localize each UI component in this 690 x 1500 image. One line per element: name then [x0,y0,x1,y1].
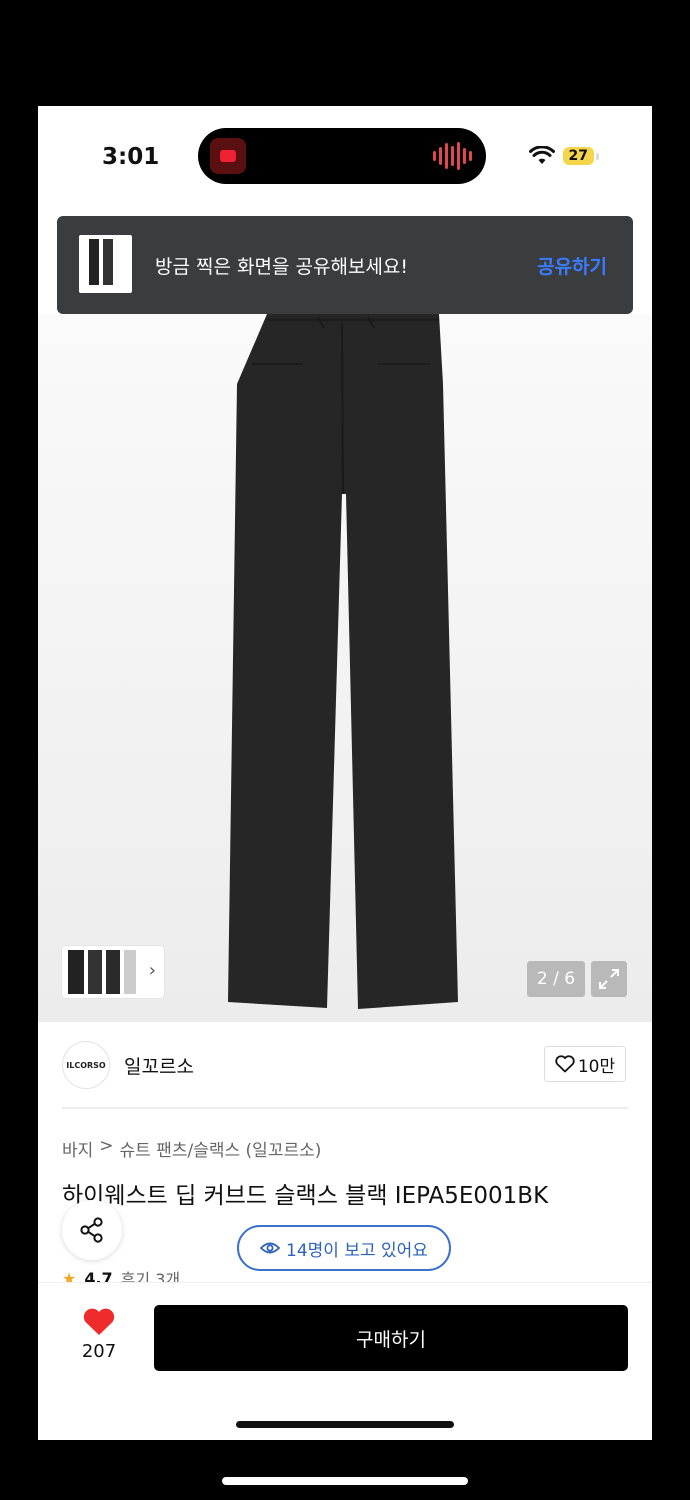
expand-icon [599,969,619,989]
wifi-icon [528,146,555,164]
divider [62,1107,628,1109]
share-button[interactable] [62,1200,122,1260]
audio-wave-icon [433,142,472,170]
breadcrumb-root[interactable]: 바지 [62,1136,93,1161]
thumbnail-2 [88,950,102,994]
thumbnail-4 [124,950,136,994]
phone-screen: 3:01 27 › 2 / 6 방금 찍은 화면을 공유해보세요! 공유하기 I… [38,106,652,1440]
viewers-text: 14명이 보고 있어요 [286,1240,428,1261]
share-icon [80,1217,103,1243]
screenshot-thumbnail[interactable] [79,235,132,293]
dynamic-island[interactable] [198,128,486,184]
status-indicators: 27 [528,146,600,166]
toast-message: 방금 찍은 화면을 공유해보세요! [155,256,408,278]
brand-logo[interactable]: ILCORSO [62,1041,110,1089]
viewers-badge: 14명이 보고 있어요 [237,1225,451,1271]
music-artwork-icon [210,138,246,174]
buy-button[interactable]: 구매하기 [154,1305,628,1371]
home-indicator[interactable] [236,1421,454,1428]
heart-outline-icon [555,1055,575,1073]
expand-button[interactable] [591,961,627,997]
brand-name[interactable]: 일꼬르소 [124,1052,194,1079]
brand-like-count: 10만 [577,1056,616,1077]
battery-indicator: 27 [562,147,600,165]
image-counter: 2 / 6 [527,961,585,997]
thumbnail-strip[interactable]: › [62,946,164,998]
pants-image [228,314,458,1009]
share-now-button[interactable]: 공유하기 [537,252,607,279]
heart-filled-icon[interactable] [82,1307,116,1337]
product-image[interactable]: › 2 / 6 [38,314,652,1022]
thumbnail-3 [106,950,120,994]
share-toast: 방금 찍은 화면을 공유해보세요! 공유하기 [57,216,633,314]
product-title: 하이웨스트 딥 커브드 슬랙스 블랙 IEPA5E001BK [62,1183,549,1209]
bottom-action-bar: 207 구매하기 [38,1282,652,1440]
chevron-right-icon: › [148,960,156,981]
eye-icon [260,1242,281,1254]
brand-like-button[interactable]: 10만 [544,1046,626,1082]
breadcrumb-separator: > [99,1136,114,1156]
thumbnail-1 [68,950,84,994]
breadcrumb-category[interactable]: 슈트 팬츠/슬랙스 (일꼬르소) [120,1136,322,1161]
wishlist-count: 207 [81,1341,117,1362]
status-time: 3:01 [102,144,160,170]
outer-home-indicator [222,1477,468,1485]
breadcrumb: 바지 > 슈트 팬츠/슬랙스 (일꼬르소) [62,1136,321,1161]
